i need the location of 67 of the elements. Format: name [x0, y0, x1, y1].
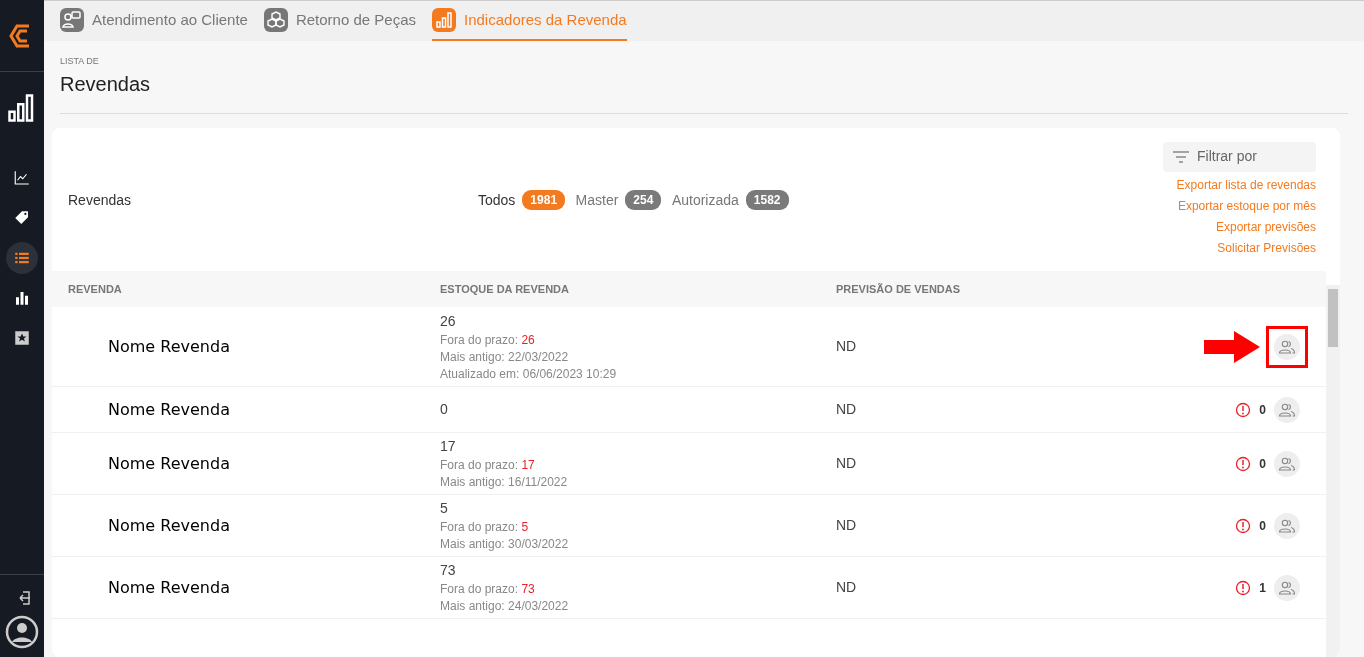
stock-detail: Fora do prazo: 73 — [440, 581, 536, 598]
filter-option[interactable]: Master 254 — [575, 189, 662, 211]
users-icon — [1278, 402, 1296, 417]
stock-count: 0 — [440, 400, 449, 419]
stock-count: 5 — [440, 499, 449, 518]
stock-detail: Mais antigo: 16/11/2022 — [440, 474, 569, 491]
alert-count: 0 — [1259, 401, 1266, 419]
alert-count: 0 — [1259, 517, 1266, 535]
sales-forecast: ND — [836, 454, 858, 473]
stock-detail: Mais antigo: 24/03/2022 — [440, 598, 570, 615]
users-button[interactable] — [1274, 450, 1300, 477]
user-avatar-icon[interactable] — [5, 615, 39, 649]
page-title: Revendas — [60, 71, 152, 97]
stock-detail: Fora do prazo: 5 — [440, 519, 530, 536]
alert-icon — [1235, 579, 1252, 596]
stock-detail: Atualizado em: 06/06/2023 10:29 — [440, 365, 618, 383]
reseller-name: Nome Revenda — [107, 336, 230, 356]
stock-count: 26 — [440, 311, 457, 331]
filter-option[interactable]: Todos 1981 — [478, 189, 566, 211]
export-link[interactable]: Exportar lista de revendas — [1176, 175, 1316, 196]
stock-count: 73 — [440, 561, 457, 580]
users-button[interactable] — [1274, 396, 1300, 423]
alert-icon — [1235, 517, 1252, 534]
module-tab[interactable]: Retorno de Peças — [263, 1, 416, 41]
sales-forecast: ND — [836, 337, 858, 356]
alert-count: 1 — [1259, 579, 1266, 597]
stock-detail: Mais antigo: 22/03/2022 — [440, 348, 570, 366]
line-chart-icon — [13, 169, 31, 187]
sidebar-nav-item[interactable] — [6, 242, 38, 274]
export-link[interactable]: Exportar estoque por mês — [1177, 196, 1316, 217]
users-button[interactable] — [1274, 574, 1300, 601]
reseller-name: Nome Revenda — [107, 577, 230, 597]
bar-chart-icon — [13, 289, 31, 307]
sales-forecast: ND — [836, 400, 858, 419]
column-header: REVENDA — [67, 281, 123, 297]
tag-icon — [13, 209, 31, 227]
section-overline: LISTA DE — [60, 55, 100, 68]
panel-title: Revendas — [68, 190, 133, 210]
users-button[interactable] — [1274, 512, 1300, 539]
stock-detail: Fora do prazo: 17 — [440, 457, 536, 474]
alert-icon — [1235, 401, 1252, 418]
export-link[interactable]: Exportar previsões — [1215, 217, 1316, 238]
users-icon — [1278, 456, 1296, 471]
column-header: PREVISÃO DE VENDAS — [836, 281, 962, 297]
annotation-arrow-icon — [1204, 330, 1260, 363]
users-icon — [1278, 580, 1296, 595]
module-tab[interactable]: Atendimento ao Cliente — [60, 1, 248, 41]
stock-count: 17 — [440, 437, 457, 456]
sales-forecast: ND — [836, 516, 858, 535]
sales-forecast: ND — [836, 578, 858, 597]
reseller-name: Nome Revenda — [107, 399, 230, 419]
stock-detail: Fora do prazo: 26 — [440, 331, 536, 349]
alert-count: 0 — [1259, 455, 1266, 473]
column-header: ESTOQUE DA REVENDA — [440, 281, 570, 297]
stock-detail: Mais antigo: 30/03/2022 — [440, 536, 570, 553]
filter-button[interactable]: Filtrar por — [1163, 141, 1316, 172]
reseller-name: Nome Revenda — [107, 515, 230, 535]
users-button[interactable] — [1274, 333, 1300, 360]
users-icon — [1278, 339, 1296, 354]
module-tab[interactable]: Indicadores da Revenda — [432, 1, 627, 41]
reseller-name: Nome Revenda — [107, 453, 230, 473]
alert-icon — [1235, 455, 1252, 472]
filter-option[interactable]: Autorizada 1582 — [671, 189, 789, 211]
users-icon — [1278, 518, 1296, 533]
scrollbar[interactable] — [1326, 285, 1340, 657]
filter-icon — [1173, 150, 1189, 163]
export-link[interactable]: Solicitar Previsões — [1217, 238, 1316, 259]
